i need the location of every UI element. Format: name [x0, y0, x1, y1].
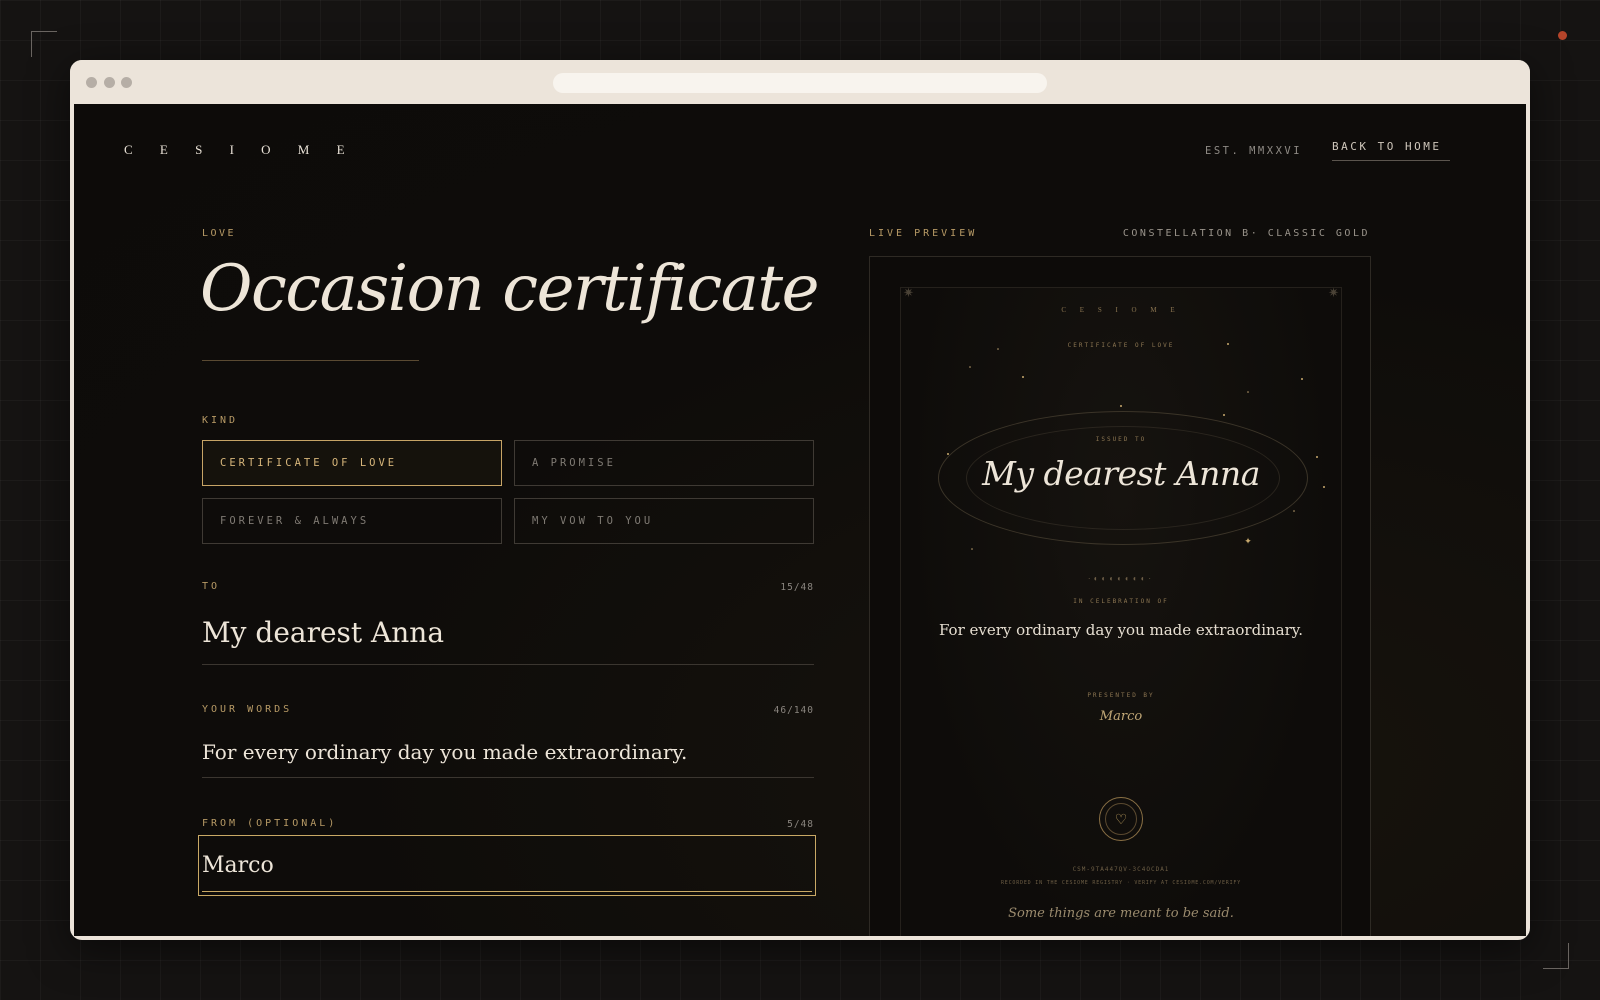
star	[1223, 414, 1225, 416]
from-char-count: 5/48	[787, 819, 814, 830]
kind-option-a-promise[interactable]: A PROMISE	[514, 440, 814, 486]
theme-label: CONSTELLATION B· CLASSIC GOLD	[1122, 228, 1370, 239]
browser-titlebar	[70, 60, 1530, 104]
back-to-home-link[interactable]: BACK TO HOME	[1332, 140, 1450, 161]
from-input[interactable]: Marco	[202, 853, 274, 878]
category-eyebrow: LOVE	[202, 228, 237, 239]
window-close-dot[interactable]	[86, 77, 97, 88]
record-indicator	[1558, 31, 1567, 40]
kind-label: KIND	[202, 415, 239, 426]
certificate-seal: ♡	[1099, 797, 1143, 841]
certificate-footer: Some things are meant to be said.	[1008, 906, 1234, 921]
brand-logo[interactable]: C E S I O M E	[124, 142, 357, 158]
your-words-label: YOUR WORDS	[202, 704, 293, 715]
star	[1120, 405, 1122, 407]
window-maximize-dot[interactable]	[121, 77, 132, 88]
registry-note: RECORDED IN THE CESIOME REGISTRY · VERIF…	[1000, 880, 1242, 886]
certificate-preview: ✷ ✷ C E S I O M E CERTIFICATE OF LOVE ✦ …	[869, 256, 1371, 936]
kind-option-forever-and-always[interactable]: FOREVER & ALWAYS	[202, 498, 502, 544]
page-title: Occasion certificate	[200, 252, 819, 326]
kind-option-my-vow-to-you[interactable]: MY VOW TO YOU	[514, 498, 814, 544]
from-input-focus-ring[interactable]	[198, 835, 816, 896]
sparkle-icon: ✦	[1244, 536, 1252, 546]
to-input[interactable]: My dearest Anna	[202, 616, 444, 649]
issued-to-label: ISSUED TO	[1095, 436, 1147, 443]
certificate-serial: CSM-9TA447QV-3C4OCDA1	[1072, 866, 1170, 873]
your-words-underline	[202, 777, 814, 778]
from-input-underline	[202, 891, 812, 892]
certificate-message: For every ordinary day you made extraord…	[938, 621, 1304, 639]
your-words-char-count: 46/140	[773, 705, 814, 716]
star	[1227, 343, 1229, 345]
certificate-card: ✷ ✷ C E S I O M E CERTIFICATE OF LOVE ✦ …	[900, 285, 1342, 936]
corner-ornament-icon: ✷	[1328, 285, 1339, 300]
window-minimize-dot[interactable]	[104, 77, 115, 88]
star	[1247, 391, 1249, 393]
star	[1301, 378, 1303, 380]
your-words-input[interactable]: For every ordinary day you made extraord…	[202, 740, 687, 764]
certificate-recipient: My dearest Anna	[982, 454, 1260, 493]
title-divider	[202, 360, 419, 361]
to-label: TO	[202, 581, 221, 592]
certificate-kind: CERTIFICATE OF LOVE	[1067, 342, 1175, 349]
star	[969, 366, 971, 368]
heart-icon: ♡	[1105, 803, 1137, 835]
celebration-label: IN CELEBRATION OF	[1073, 598, 1169, 605]
frame-corner-bottom-right	[1543, 943, 1569, 969]
from-label: FROM (OPTIONAL)	[202, 818, 338, 829]
to-input-underline	[202, 664, 814, 665]
page-content: C E S I O M E EST. MMXXVI BACK TO HOME L…	[74, 104, 1526, 936]
address-bar[interactable]	[553, 73, 1047, 93]
frame-corner-top-left	[31, 31, 57, 57]
moon-phases-icon: ·◐◐◐◐◐◐◐·	[1087, 574, 1155, 583]
star	[1293, 510, 1295, 512]
certificate-sender: Marco	[1099, 709, 1143, 724]
to-char-count: 15/48	[780, 582, 814, 593]
star	[997, 348, 999, 350]
star	[971, 548, 973, 550]
presented-by-label: PRESENTED BY	[1087, 692, 1155, 699]
kind-option-certificate-of-love[interactable]: CERTIFICATE OF LOVE	[202, 440, 502, 486]
browser-window: C E S I O M E EST. MMXXVI BACK TO HOME L…	[70, 60, 1530, 940]
certificate-brand: C E S I O M E	[1061, 306, 1181, 314]
corner-ornament-icon: ✷	[903, 285, 914, 300]
star	[1022, 376, 1024, 378]
established-label: EST. MMXXVI	[1205, 145, 1303, 157]
live-preview-label: LIVE PREVIEW	[869, 228, 978, 239]
